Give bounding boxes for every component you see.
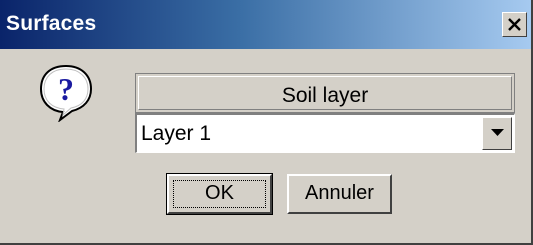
layer-select[interactable]: Layer 1 (135, 113, 515, 153)
dialog-window: Surfaces ? Soil layer Layer 1 OK Annuler (0, 0, 533, 245)
focus-ring (173, 180, 266, 208)
question-icon: ? (36, 62, 96, 123)
dropdown-button[interactable] (482, 117, 512, 150)
cancel-button[interactable]: Annuler (287, 174, 392, 214)
close-button[interactable] (502, 12, 527, 37)
window-title: Surfaces (6, 12, 97, 35)
chevron-down-icon (491, 129, 504, 136)
soil-layer-header: Soil layer (135, 73, 515, 113)
close-icon (508, 18, 521, 31)
layer-select-value: Layer 1 (141, 122, 212, 145)
soil-layer-label: Soil layer (281, 84, 369, 107)
soil-layer-header-inner: Soil layer (138, 76, 512, 110)
cancel-button-label: Annuler (305, 182, 374, 204)
svg-text:?: ? (58, 71, 74, 107)
ok-button[interactable]: OK (166, 173, 273, 215)
title-bar[interactable]: Surfaces (0, 0, 531, 49)
